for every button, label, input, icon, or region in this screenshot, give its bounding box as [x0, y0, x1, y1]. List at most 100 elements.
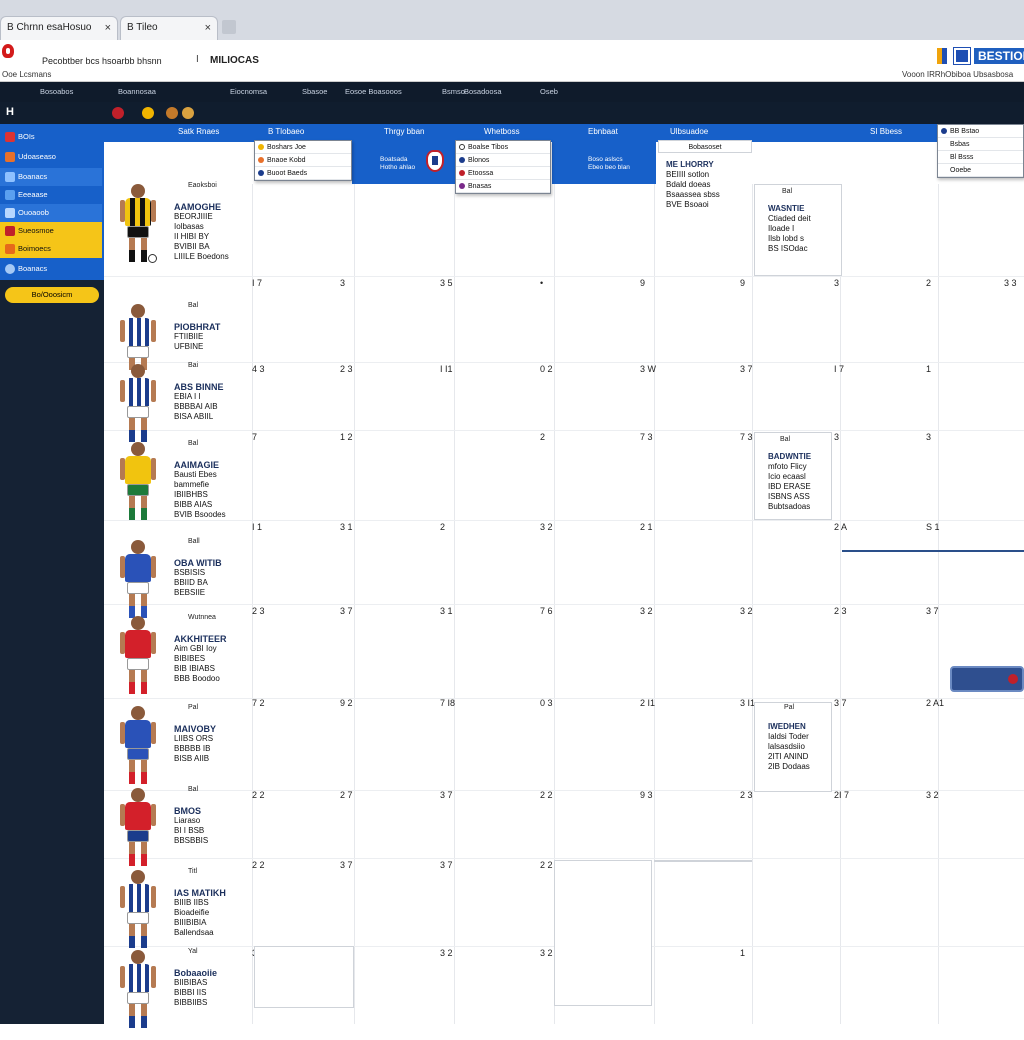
nav-item[interactable]: Bsmso — [442, 87, 465, 96]
cell-value[interactable]: 0 3 — [540, 698, 553, 708]
cell-value[interactable]: 3 7 — [440, 860, 453, 870]
player-info[interactable]: AAIMAGIE Bausti Ebes bammefie IBIIBHBS BIBB … — [174, 460, 252, 520]
cell-value[interactable]: 2 3 — [340, 364, 353, 374]
day-label[interactable]: B Tlobaeo — [268, 127, 304, 136]
sidebar-item[interactable]: Boanacs — [0, 168, 102, 186]
url-text[interactable]: Pecobtber bcs hsoarbb bhsnn — [42, 56, 162, 66]
cell-value[interactable]: 3 7 — [834, 698, 847, 708]
event-card[interactable]: WASNTIE Ctiaded deit Iloade I Ilsb lobd … — [768, 204, 842, 254]
cell-value[interactable]: 2 I1 — [640, 698, 655, 708]
cell-value[interactable]: 3 1 — [340, 522, 353, 532]
cell-value[interactable]: I 7 — [834, 364, 844, 374]
cell-value[interactable]: 7 2 — [252, 698, 265, 708]
cell-value[interactable]: 3 5 — [440, 278, 453, 288]
menu-item[interactable]: Bnaoe Kobd — [255, 154, 351, 167]
sidebar-item[interactable]: Ouoaoob — [0, 204, 102, 222]
sidebar-item[interactable]: Eeeaase — [0, 186, 102, 204]
nav-item[interactable]: Eosoe Boasooos — [345, 87, 402, 96]
sidebar-item[interactable]: BOIs — [0, 128, 102, 146]
cell-value[interactable]: 4 3 — [252, 364, 265, 374]
club-icon[interactable] — [112, 107, 124, 119]
menu-item[interactable]: Buoot Baeds — [255, 167, 351, 180]
cell-value[interactable]: 9 — [640, 278, 645, 288]
dropdown-menu[interactable]: Boshars Joe Bnaoe Kobd Buoot Baeds — [254, 140, 352, 181]
menu-item[interactable]: Ooebe — [938, 164, 1023, 177]
site-logo-icon[interactable] — [2, 44, 14, 58]
browser-tab[interactable]: B Chrnn esaHosuo × — [0, 16, 118, 40]
cell-value[interactable]: 3 — [834, 278, 839, 288]
cell-value[interactable]: 9 — [740, 278, 745, 288]
cell-value[interactable]: 3 2 — [440, 948, 453, 958]
menu-item[interactable]: Bsbas — [938, 138, 1023, 151]
browser-tab[interactable]: B Tileo × — [120, 16, 218, 40]
cell-value[interactable]: 7 I8 — [440, 698, 455, 708]
day-label[interactable]: Whetboss — [484, 127, 520, 136]
cell-value[interactable]: 2 3 — [834, 606, 847, 616]
menu-item[interactable]: Blonos — [456, 154, 550, 167]
cell-value[interactable]: I I1 — [440, 364, 453, 374]
player-figure[interactable] — [118, 950, 158, 1040]
cell-value[interactable]: 9 3 — [640, 790, 653, 800]
cell-value[interactable]: 3 2 — [540, 522, 553, 532]
player-info[interactable]: PIOBHRAT FTIIBIIE UFBINE — [174, 322, 252, 352]
cell-value[interactable]: 9 2 — [340, 698, 353, 708]
cell-value[interactable]: 2 3 — [740, 790, 753, 800]
cell-value[interactable]: 2 1 — [640, 522, 653, 532]
cell-value[interactable]: 3 — [834, 432, 839, 442]
event-card[interactable]: IWEDHEN Ialdsi Toder lalsasdsiio 2ITI AN… — [768, 722, 842, 772]
floating-action-button[interactable] — [950, 666, 1024, 692]
cell-value[interactable]: S 1 — [926, 522, 940, 532]
cell-value[interactable]: 1 — [740, 948, 745, 958]
player-info[interactable]: AAMOGHE BEORJIIIE Iolbasas II HIBI BY BVIBII… — [174, 202, 252, 262]
nav-item[interactable]: Sbasoe — [302, 87, 327, 96]
event-card[interactable]: BADWNTIE mfoto Flicy Icio ecaasl IBD ERA… — [768, 452, 842, 512]
cell-value[interactable]: 3 7 — [340, 860, 353, 870]
menu-item[interactable]: Boshars Joe — [255, 141, 351, 154]
cell-value[interactable]: 3 1 — [440, 606, 453, 616]
player-info[interactable]: IAS MATIKH BIIIB IIBS Bioadeifie BIIIBIBIA B… — [174, 888, 252, 938]
cell-value[interactable]: 3 2 — [540, 948, 553, 958]
cell-value[interactable]: 7 6 — [540, 606, 553, 616]
day-label[interactable]: Ulbsuadoe — [670, 127, 708, 136]
player-info[interactable]: Bobaaoiie BIIBIBAS BIBBI IIS BIBBIIBS — [174, 968, 252, 1008]
close-icon[interactable]: × — [205, 17, 211, 39]
club-icon[interactable] — [182, 107, 194, 119]
popup-title[interactable]: Bobasoset — [658, 140, 752, 153]
cell-value[interactable]: 2 A — [834, 522, 847, 532]
club-icon[interactable] — [166, 107, 178, 119]
cell-value[interactable]: 3 2 — [640, 606, 653, 616]
cell-value[interactable]: I 1 — [252, 522, 262, 532]
sidebar-action-button[interactable]: Bo/Ooosicm — [5, 287, 99, 303]
cell-value[interactable]: 2 2 — [540, 790, 553, 800]
cell-value[interactable]: 2 7 — [340, 790, 353, 800]
player-info[interactable]: ABS BINNE EBIA I I BBBBAI AIB BISA ABIIL — [174, 382, 252, 422]
cell-value[interactable]: 2 — [540, 432, 545, 442]
menu-item[interactable]: Etoossa — [456, 167, 550, 180]
cell-value[interactable]: 2 — [440, 522, 445, 532]
club-icon[interactable] — [142, 107, 154, 119]
dropdown-menu[interactable]: BB Bstao Bsbas Bl Bsss Ooebe — [937, 124, 1024, 178]
cell-value[interactable]: 3 7 — [740, 364, 753, 374]
player-info[interactable]: MAIVOBY LIIBS ORS BBBBB IB BISB AIIB — [174, 724, 252, 764]
day-label[interactable]: Ebnbaat — [588, 127, 618, 136]
player-info[interactable]: BMOS Liaraso BI I BSB BBSBBIS — [174, 806, 252, 846]
menu-item[interactable]: Bl Bsss — [938, 151, 1023, 164]
cell-value[interactable]: 2 2 — [540, 860, 553, 870]
cell-value[interactable]: 3 7 — [926, 606, 939, 616]
menu-item[interactable]: Boalse Tibos — [456, 141, 550, 154]
sidebar-item[interactable]: Sueosmoe — [0, 222, 102, 240]
cell-value[interactable]: 2 — [926, 278, 931, 288]
event-card[interactable]: ME LHORRY BEIIII sotlon Bdald doeas Bsaa… — [666, 160, 756, 210]
app-logo[interactable]: H — [6, 106, 14, 118]
cell-value[interactable]: I 7 — [252, 278, 262, 288]
day-label[interactable]: SI Bbess — [870, 127, 902, 136]
new-tab-button[interactable] — [222, 20, 236, 34]
menu-item[interactable]: BB Bstao — [938, 125, 1023, 138]
cell-value[interactable]: 2 2 — [252, 860, 265, 870]
cell-value[interactable]: 3 2 — [740, 606, 753, 616]
player-figure[interactable] — [118, 616, 158, 706]
nav-item[interactable]: Oseb — [540, 87, 558, 96]
cell-value[interactable]: 3 W — [640, 364, 656, 374]
close-icon[interactable]: × — [105, 17, 111, 39]
cell-value[interactable]: 1 — [926, 364, 931, 374]
